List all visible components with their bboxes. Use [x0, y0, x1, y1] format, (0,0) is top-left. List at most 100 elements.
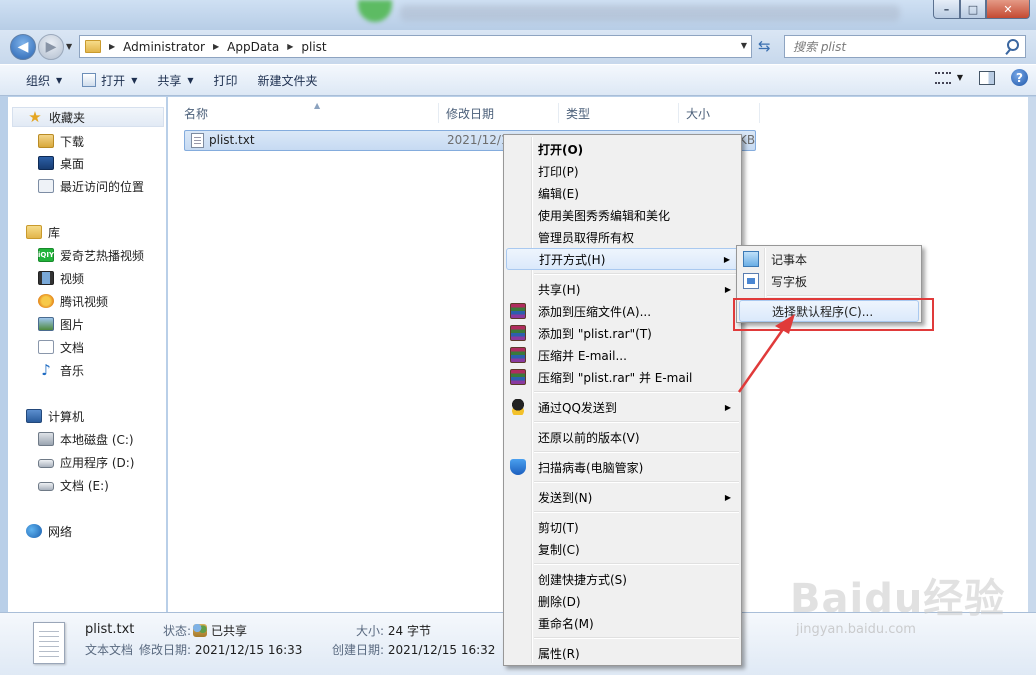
views-icon[interactable]: [934, 71, 951, 84]
search-input[interactable]: [785, 36, 985, 57]
menu-item-take-ownership[interactable]: 管理员取得所有权: [506, 226, 739, 248]
column-header-size[interactable]: 大小: [678, 103, 760, 123]
menu-item-send-qq[interactable]: 通过QQ发送到 ▶: [506, 396, 739, 418]
menu-item-send-to[interactable]: 发送到(N) ▶: [506, 486, 739, 508]
chevron-right-icon[interactable]: ▶: [287, 42, 293, 51]
sidebar-item-desktop[interactable]: 桌面: [38, 153, 84, 173]
menu-item-label: 管理员取得所有权: [538, 230, 635, 245]
open-button[interactable]: 打开 ▼: [72, 68, 147, 92]
submenu-arrow-icon: ▶: [723, 254, 730, 264]
chevron-right-icon[interactable]: ▶: [109, 42, 115, 51]
chevron-right-icon[interactable]: ▶: [213, 42, 219, 51]
downloads-icon: [38, 134, 54, 148]
breadcrumb-item[interactable]: plist: [301, 40, 326, 54]
new-folder-button[interactable]: 新建文件夹: [248, 68, 328, 92]
sidebar-item-recent[interactable]: 最近访问的位置: [38, 176, 144, 196]
forward-button[interactable]: ▶: [38, 34, 64, 60]
menu-item-delete[interactable]: 删除(D): [506, 590, 739, 612]
sidebar-item-documents[interactable]: 文档: [38, 337, 84, 357]
blurred-icon: [358, 0, 392, 22]
sidebar-item-drive-c[interactable]: 本地磁盘 (C:): [38, 429, 134, 449]
sidebar-favorites[interactable]: ★ 收藏夹: [12, 107, 164, 127]
menu-separator: [534, 511, 739, 513]
window-edge: [1028, 97, 1036, 612]
menu-item-meitu[interactable]: 使用美图秀秀编辑和美化: [506, 204, 739, 226]
menu-item-label: 打印(P): [538, 164, 579, 179]
menu-item-compress-rar-email[interactable]: 压缩到 "plist.rar" 并 E-mail: [506, 366, 739, 388]
menu-item-create-shortcut[interactable]: 创建快捷方式(S): [506, 568, 739, 590]
details-state: 状态: 已共享: [163, 622, 247, 639]
sidebar-item-tencent-video[interactable]: 腾讯视频: [38, 291, 108, 311]
menu-item-copy[interactable]: 复制(C): [506, 538, 739, 560]
menu-item-add-archive[interactable]: 添加到压缩文件(A)...: [506, 300, 739, 322]
sidebar-item-label: 文档: [60, 340, 85, 355]
menu-item-open[interactable]: 打开(O): [506, 138, 739, 160]
menu-item-compress-email[interactable]: 压缩并 E-mail...: [506, 344, 739, 366]
sidebar-item-label: 应用程序 (D:): [60, 455, 135, 470]
sidebar-item-pictures[interactable]: 图片: [38, 314, 84, 334]
menu-item-add-rar[interactable]: 添加到 "plist.rar"(T): [506, 322, 739, 344]
menu-item-rename[interactable]: 重命名(M): [506, 612, 739, 634]
back-button[interactable]: ◀: [10, 34, 36, 60]
iqiyi-icon: iQIY: [38, 248, 54, 262]
search-icon[interactable]: [1007, 39, 1019, 51]
sidebar-item-videos[interactable]: 视频: [38, 268, 84, 288]
sidebar-item-label: 本地磁盘 (C:): [60, 432, 134, 447]
sidebar-computer[interactable]: 计算机: [26, 406, 84, 426]
print-label: 打印: [213, 73, 238, 88]
sidebar-item-iqiyi[interactable]: iQIY 爱奇艺热播视频: [38, 245, 144, 265]
search-box[interactable]: [784, 35, 1026, 58]
maximize-button[interactable]: □: [960, 0, 986, 19]
organize-button[interactable]: 组织 ▼: [16, 68, 72, 92]
minimize-button[interactable]: –: [933, 0, 960, 19]
sidebar-libraries[interactable]: 库: [26, 222, 60, 242]
close-button[interactable]: ✕: [986, 0, 1030, 19]
submenu-item-notepad[interactable]: 记事本: [739, 248, 919, 270]
menu-item-open-with[interactable]: 打开方式(H) ▶: [506, 248, 739, 270]
menu-item-edit[interactable]: 编辑(E): [506, 182, 739, 204]
print-button[interactable]: 打印: [204, 68, 248, 92]
help-icon[interactable]: ?: [1011, 69, 1028, 86]
menu-item-label: 发送到(N): [538, 490, 593, 505]
title-bar: – □ ✕: [0, 0, 1036, 30]
menu-item-label: 通过QQ发送到: [538, 400, 617, 415]
breadcrumb-item[interactable]: AppData: [227, 40, 279, 54]
menu-item-cut[interactable]: 剪切(T): [506, 516, 739, 538]
winrar-icon: [510, 325, 526, 341]
column-header-type[interactable]: 类型: [558, 103, 679, 123]
menu-item-restore[interactable]: 还原以前的版本(V): [506, 426, 739, 448]
chevron-down-icon[interactable]: ▼: [957, 73, 963, 82]
submenu-item-wordpad[interactable]: 写字板: [739, 270, 919, 292]
column-header-modified[interactable]: 修改日期: [438, 103, 559, 123]
menu-item-label: 创建快捷方式(S): [538, 572, 627, 587]
details-size: 大小: 24 字节: [356, 622, 431, 639]
sidebar-item-drive-e[interactable]: 文档 (E:): [38, 475, 109, 495]
preview-pane-icon[interactable]: [979, 70, 995, 85]
share-button[interactable]: 共享 ▼: [147, 68, 203, 92]
winrar-icon: [510, 369, 526, 385]
details-modified: 修改日期: 2021/12/15 16:33: [139, 641, 302, 658]
sidebar-network[interactable]: 网络: [26, 521, 72, 541]
sidebar-item-downloads[interactable]: 下载: [38, 131, 84, 151]
menu-item-print[interactable]: 打印(P): [506, 160, 739, 182]
menu-item-properties[interactable]: 属性(R): [506, 642, 739, 664]
recent-pages-dropdown[interactable]: ▼: [66, 42, 72, 51]
menu-item-label: 压缩到 "plist.rar" 并 E-mail: [538, 370, 693, 385]
address-dropdown-icon[interactable]: ▼: [741, 41, 747, 50]
menu-item-scan[interactable]: 扫描病毒(电脑管家): [506, 456, 739, 478]
state-value: 已共享: [211, 624, 248, 638]
address-bar[interactable]: ▶ Administrator ▶ AppData ▶ plist ▼: [79, 35, 752, 58]
menu-item-share[interactable]: 共享(H) ▶: [506, 278, 739, 300]
breadcrumb-item[interactable]: Administrator: [123, 40, 205, 54]
winrar-icon: [510, 303, 526, 319]
sidebar-item-label: 最近访问的位置: [60, 179, 145, 194]
column-header-name[interactable]: 名称 ▲: [176, 101, 439, 123]
refresh-icon[interactable]: ⇆: [758, 37, 771, 55]
sidebar-item-music[interactable]: ♪ 音乐: [38, 360, 84, 380]
recent-places-icon: [38, 179, 54, 193]
sidebar-item-drive-d[interactable]: 应用程序 (D:): [38, 452, 134, 472]
share-label: 共享: [157, 73, 182, 88]
menu-item-label: 添加到 "plist.rar"(T): [538, 326, 652, 341]
created-label: 创建日期:: [332, 643, 385, 657]
details-created: 创建日期: 2021/12/15 16:32: [332, 641, 495, 658]
